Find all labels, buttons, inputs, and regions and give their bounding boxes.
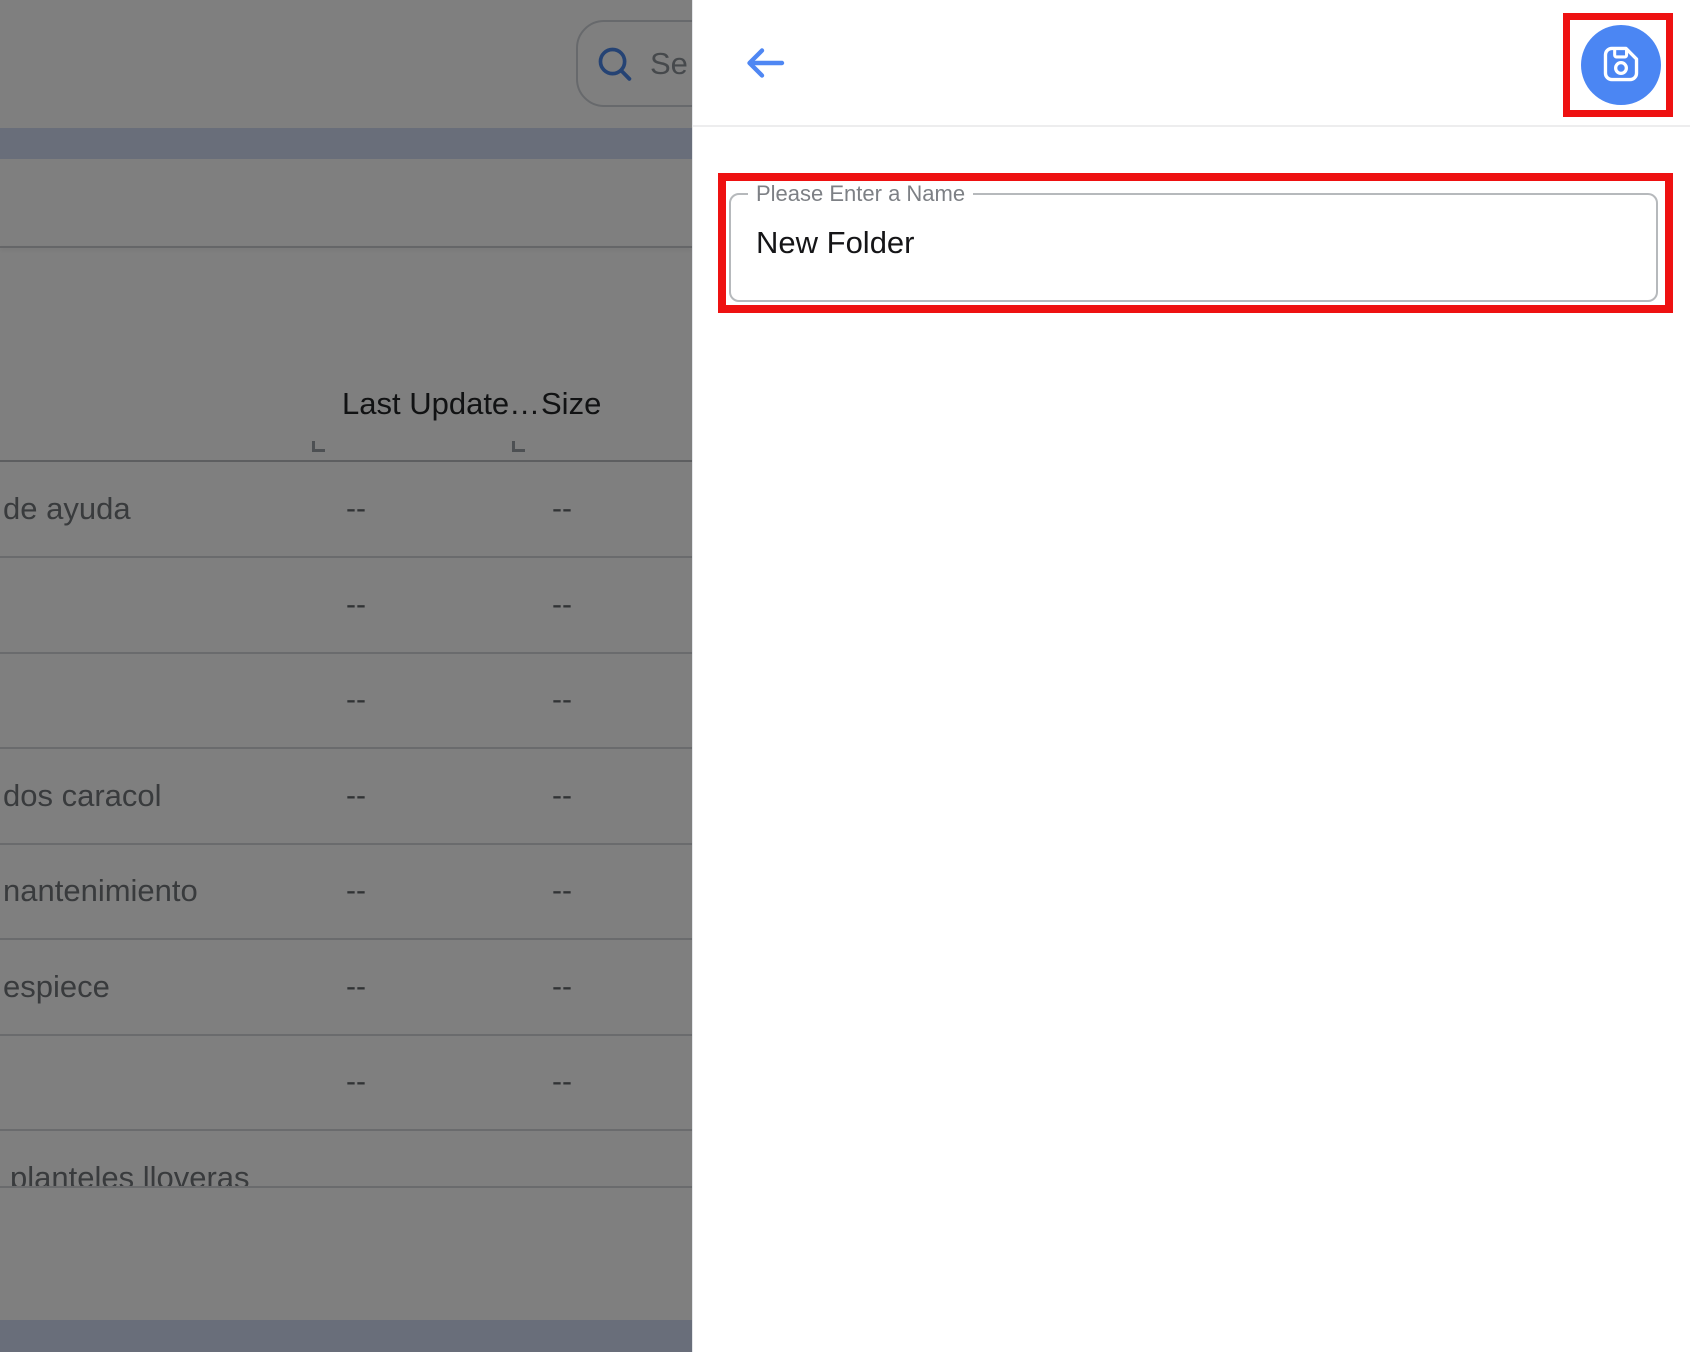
back-button[interactable] (733, 34, 797, 94)
modal-backdrop[interactable] (0, 0, 692, 1352)
folder-name-field[interactable]: Please Enter a Name (729, 193, 1658, 302)
folder-name-input[interactable] (756, 225, 1616, 261)
arrow-left-icon (744, 46, 786, 83)
new-folder-panel: Please Enter a Name (692, 0, 1690, 1352)
panel-header-divider (693, 125, 1690, 127)
floppy-disk-save-icon (1598, 41, 1644, 90)
save-button[interactable] (1581, 25, 1661, 105)
folder-name-label: Please Enter a Name (748, 181, 973, 207)
